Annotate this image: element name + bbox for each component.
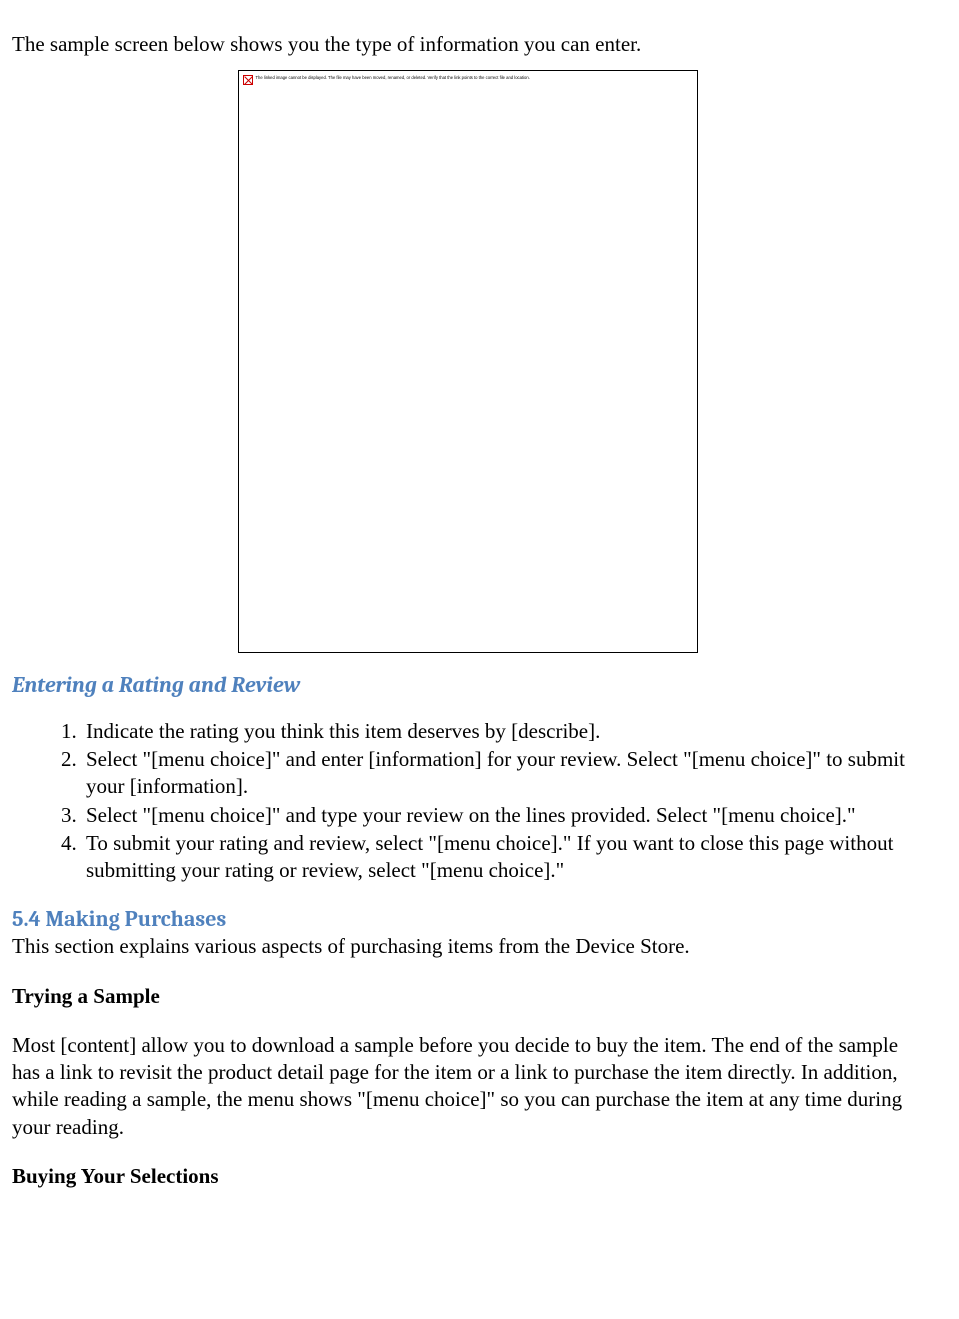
list-item: Select "[menu choice]" and type your rev… [82,802,923,829]
heading-buying-selections: Buying Your Selections [12,1163,923,1190]
trying-sample-paragraph: Most [content] allow you to download a s… [12,1032,923,1141]
list-item: Select "[menu choice]" and enter [inform… [82,746,923,801]
broken-image-icon [243,75,253,85]
rating-steps-list: Indicate the rating you think this item … [12,718,923,885]
intro-paragraph: The sample screen below shows you the ty… [12,31,923,58]
heading-trying-sample: Trying a Sample [12,983,923,1010]
purchases-intro-paragraph: This section explains various aspects of… [12,933,923,960]
broken-image-placeholder: The linked image cannot be displayed. Th… [238,70,698,653]
broken-image-text: The linked image cannot be displayed. Th… [256,75,530,80]
list-item: To submit your rating and review, select… [82,830,923,885]
list-item: Indicate the rating you think this item … [82,718,923,745]
heading-entering-rating: Entering a Rating and Review [12,671,923,700]
heading-making-purchases: 5.4 Making Purchases [12,905,923,934]
